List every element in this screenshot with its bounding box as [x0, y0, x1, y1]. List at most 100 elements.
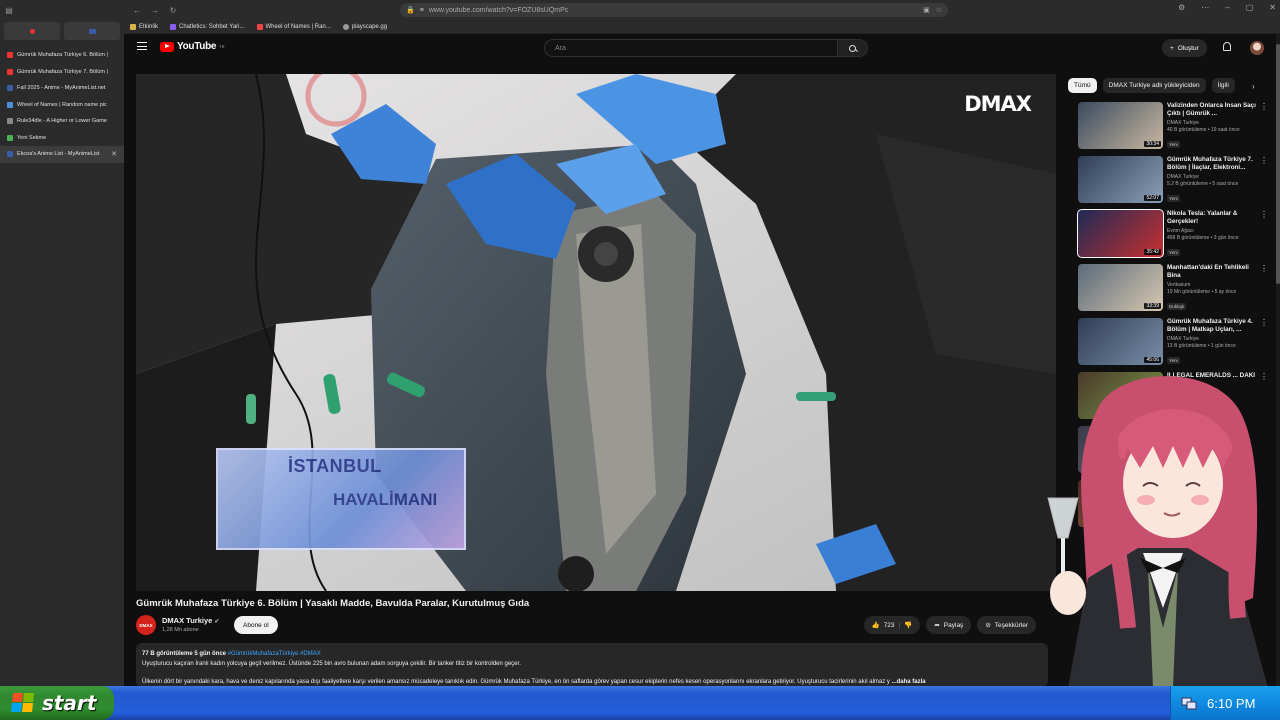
rec-channel[interactable]: DMAX Turkiye — [1167, 174, 1259, 180]
bookmark-star-icon[interactable]: ☆ — [936, 6, 942, 14]
recommended-video[interactable]: 33:39 Manhattan'daki En Tehlikeli Bina Ver… — [1078, 264, 1268, 312]
verified-icon: ✔ — [214, 619, 220, 625]
video-title: Gümrük Muhafaza Türkiye 6. Bölüm | Yasak… — [136, 598, 530, 609]
tab-label: Yeni Sekme — [17, 134, 47, 141]
tab-item[interactable]: Fall 2025 - Anime - MyAnimeList.net — [0, 80, 124, 97]
video-thumbnail[interactable]: 30:34 — [1078, 102, 1163, 149]
clock[interactable]: 6:10 PM — [1207, 696, 1255, 711]
back-icon[interactable]: ← — [132, 6, 142, 15]
description-line: Ülkenin dört bir yanındaki kara, hava ve… — [142, 679, 890, 685]
menu-dots-icon[interactable]: ⋯ — [1201, 3, 1209, 12]
subscribe-button[interactable]: Abone ol — [234, 616, 278, 634]
bookmark-item[interactable]: Wheel of Names | Ran... — [256, 23, 331, 30]
start-button[interactable]: start — [0, 686, 114, 720]
reload-icon[interactable]: ↻ — [168, 6, 178, 15]
chip-related[interactable]: İlgili — [1211, 78, 1235, 93]
close-window-icon[interactable]: ✕ — [1269, 3, 1276, 12]
tab-label: Gümrük Muhafaza Türkiye 6. Bölüm | — [17, 52, 108, 59]
share-icon: ➦ — [934, 622, 940, 629]
rec-badge: Yeni — [1167, 249, 1180, 256]
rec-views: 40 B görüntüleme • 19 saat önce — [1167, 127, 1240, 133]
tab-item[interactable]: Yeni Sekme — [0, 130, 124, 147]
duration-badge: 33:39 — [1144, 303, 1161, 309]
rec-views: 5,2 B görüntüleme • 5 saat önce — [1167, 181, 1239, 187]
bookmark-item[interactable]: Etkinlik — [130, 23, 158, 30]
hashtags[interactable]: #GümrükMuhafazaTürkiye #DMAX — [228, 651, 321, 657]
video-thumbnail[interactable]: 35:42 — [1077, 209, 1164, 258]
chip-from-uploader[interactable]: DMAX Turkiye adlı yükleyiciden — [1102, 78, 1206, 93]
recommended-video[interactable]: 45:06 Gümrük Muhafaza Türkiye 4. Bölüm | … — [1078, 318, 1268, 366]
tab-favicon-icon — [7, 52, 13, 59]
tab-favicon-icon — [7, 134, 13, 141]
more-options-icon[interactable]: ⋮ — [1260, 319, 1268, 327]
video-thumbnail[interactable]: 45:06 — [1078, 318, 1163, 365]
tab-item[interactable]: Wheel of Names | Random name pic — [0, 97, 124, 114]
scrollbar-thumb[interactable] — [1276, 44, 1280, 284]
rec-title: Gümrük Muhafaza Türkiye 7. Bölüm | İlaçl… — [1167, 156, 1253, 171]
more-options-icon[interactable]: ⋮ — [1260, 157, 1268, 165]
recommended-video[interactable]: 30:34 Valizinden Onlarca İnsan Saçı Çıktı… — [1078, 102, 1268, 150]
more-options-icon[interactable]: ⋮ — [1260, 211, 1268, 219]
sidebar-toggle-icon[interactable]: ▤ — [4, 6, 14, 15]
maximize-icon[interactable]: ▢ — [1246, 3, 1254, 12]
plus-icon: + — [1170, 44, 1174, 52]
more-options-icon[interactable]: ⋮ — [1260, 265, 1268, 273]
pinned-tab-anime[interactable] — [64, 22, 120, 40]
youtube-logo[interactable]: YouTube TR — [160, 41, 225, 52]
video-player[interactable]: DMAX İSTANBUL HAVALİMANI — [136, 74, 1056, 591]
forward-icon[interactable]: → — [150, 6, 160, 15]
tab-item[interactable]: Gümrük Muhafaza Türkiye 7. Bölüm | — [0, 64, 124, 81]
minimize-icon[interactable]: – — [1225, 3, 1229, 12]
location-overlay-card: İSTANBUL HAVALİMANI — [216, 448, 466, 550]
rec-channel[interactable]: DMAX Turkiye — [1167, 336, 1259, 342]
recommended-video[interactable]: 52:07 Gümrük Muhafaza Türkiye 7. Bölüm | … — [1078, 156, 1268, 204]
thumbs-up-icon: 👍 — [871, 622, 880, 629]
network-icon[interactable] — [1181, 695, 1197, 711]
video-thumbnail[interactable]: 52:07 — [1078, 156, 1163, 203]
more-options-icon[interactable]: ⋮ — [1260, 103, 1268, 111]
description-meta: 77 B görüntüleme 5 gün önce #GümrükMuhaf… — [142, 651, 321, 657]
hamburger-menu-icon[interactable] — [137, 42, 147, 50]
system-tray: 6:10 PM — [1170, 686, 1280, 720]
address-bar[interactable]: 🔒 ≡ www.youtube.com/watch?v=FOZU8sUQmPc … — [400, 3, 948, 17]
create-button[interactable]: + Oluştur — [1162, 39, 1207, 57]
bookmark-item[interactable]: Chatletics: Sohbet Yari... — [170, 23, 245, 30]
bookmarks-bar: Etkinlik Chatletics: Sohbet Yari... Whee… — [124, 20, 1280, 34]
tab-favicon-icon — [7, 151, 13, 158]
chevron-right-icon[interactable]: › — [1252, 82, 1255, 91]
chip-all[interactable]: Tümü — [1068, 78, 1097, 93]
rec-channel[interactable]: Veritasium — [1167, 282, 1259, 288]
video-thumbnail[interactable]: 33:39 — [1078, 264, 1163, 311]
pip-icon[interactable]: ▣ — [923, 6, 930, 14]
channel-avatar[interactable]: DMAX — [136, 615, 156, 635]
like-button[interactable]: 👍 723 | 👎 — [863, 616, 921, 634]
search-button[interactable] — [838, 39, 868, 57]
rec-channel[interactable]: Evrim Ağacı — [1167, 228, 1259, 234]
screen: ▤ ← → ↻ 🔒 ≡ www.youtube.com/watch?v=FOZU… — [0, 0, 1280, 720]
site-info-icon[interactable]: ≡ — [420, 7, 424, 14]
channel-name[interactable]: DMAX Turkiye ✔ — [162, 616, 219, 625]
show-more-link[interactable]: ...daha fazla — [892, 679, 926, 685]
tab-favicon-icon — [7, 68, 13, 75]
vtuber-avatar-image — [1047, 376, 1268, 688]
vertical-tab-strip: Gümrük Muhafaza Türkiye 6. Bölüm | Gümrük… — [0, 20, 124, 686]
site-favicon-icon — [170, 23, 177, 30]
close-tab-icon[interactable]: ✕ — [111, 150, 117, 158]
tab-item[interactable]: Rule34dle - A Higher or Lower Game — [0, 113, 124, 130]
youtube-favicon-icon — [29, 28, 35, 34]
search-input[interactable]: Ara — [544, 39, 838, 57]
thumbs-down-icon[interactable]: 👎 — [904, 621, 912, 629]
tab-item[interactable]: Ekcoa's Anime List - MyAnimeList ✕ — [0, 146, 124, 163]
extensions-icon[interactable]: ⚙ — [1178, 3, 1185, 12]
tab-item[interactable]: Gümrük Muhafaza Türkiye 6. Bölüm | — [0, 47, 124, 64]
notifications-bell-icon[interactable] — [1223, 42, 1231, 51]
description-box[interactable]: 77 B görüntüleme 5 gün önce #GümrükMuhaf… — [136, 643, 1048, 687]
pinned-tab-youtube[interactable] — [4, 22, 60, 40]
share-button[interactable]: ➦ Paylaş — [926, 616, 972, 634]
rec-badge: Yeni — [1167, 357, 1180, 364]
recommended-video[interactable]: 35:42 Nikola Tesla: Yalanlar & Gerçekler!… — [1077, 209, 1268, 258]
bookmark-item[interactable]: playscape.gg — [342, 23, 387, 30]
video-info: Gümrük Muhafaza Türkiye 4. Bölüm | Matka… — [1167, 318, 1259, 367]
rec-channel[interactable]: DMAX Turkiye — [1167, 120, 1259, 126]
account-avatar[interactable] — [1250, 41, 1264, 55]
